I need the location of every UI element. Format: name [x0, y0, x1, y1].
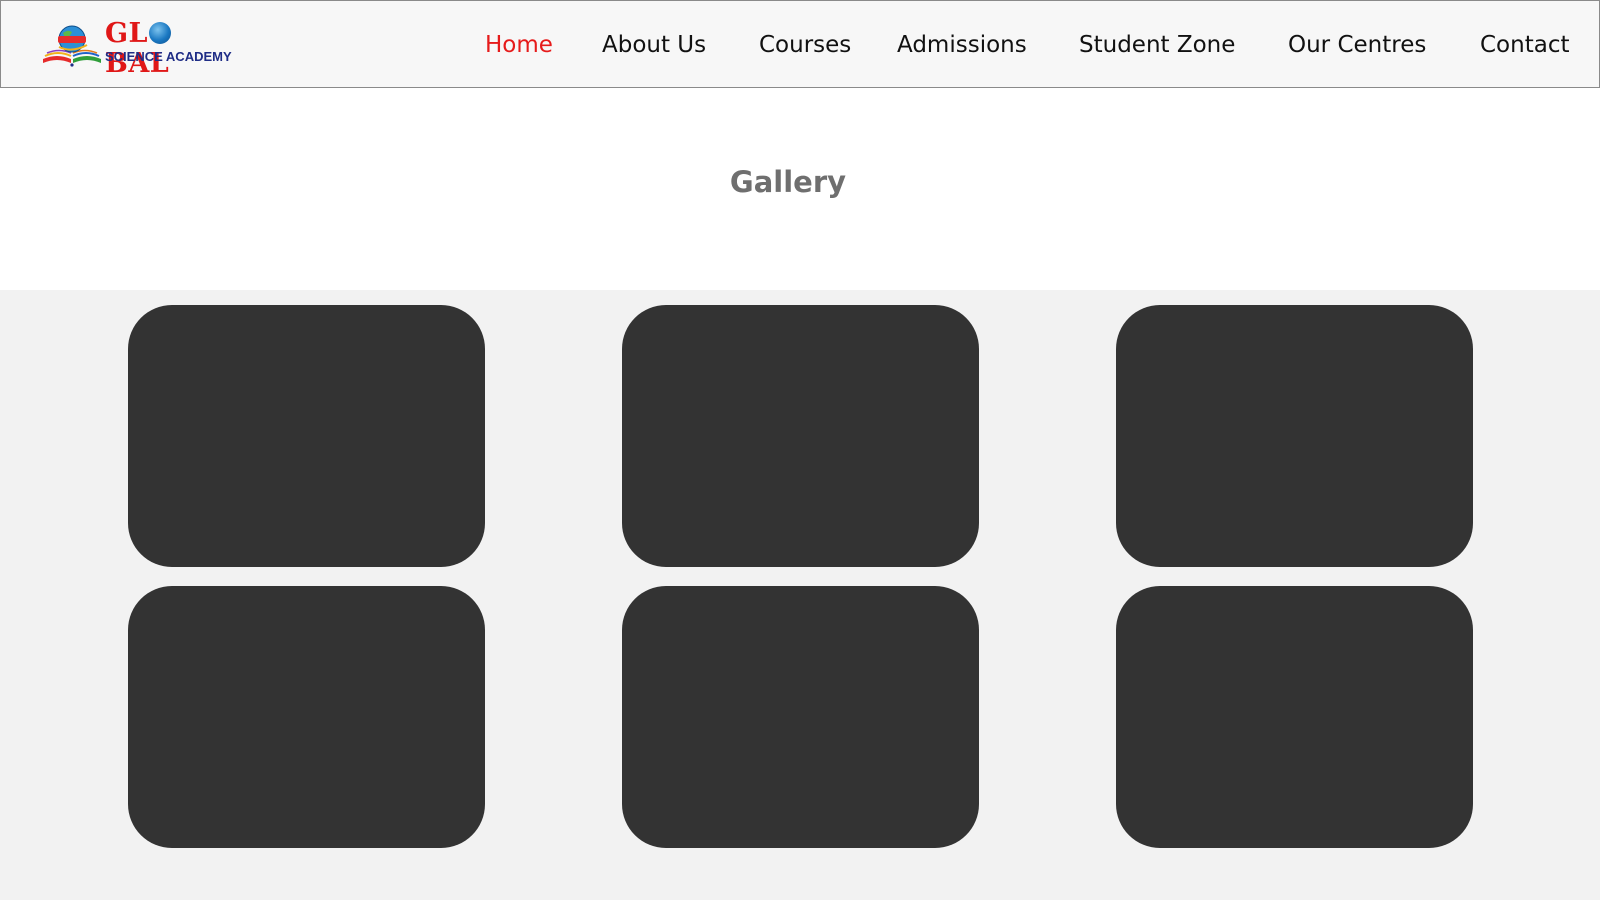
nav-item-admissions[interactable]: Admissions — [897, 29, 1027, 61]
nav-item-home[interactable]: Home — [485, 29, 553, 61]
gallery-image-2[interactable] — [622, 305, 979, 567]
nav-item-contact[interactable]: Contact — [1480, 29, 1569, 61]
page-title: Gallery — [729, 165, 847, 199]
gallery-image-3[interactable] — [1116, 305, 1473, 567]
nav-item-courses[interactable]: Courses — [759, 29, 851, 61]
gallery-image-4[interactable] — [128, 586, 485, 848]
nav-item-student-zone[interactable]: Student Zone — [1079, 29, 1235, 61]
gallery-grid — [0, 290, 1600, 900]
gallery-image-6[interactable] — [1116, 586, 1473, 848]
gallery-image-5[interactable] — [622, 586, 979, 848]
nav-item-our-centres[interactable]: Our Centres — [1288, 29, 1426, 61]
site-header: GLBAL SCIENCE ACADEMY Home About Us Cour… — [0, 0, 1600, 88]
gallery-image-1[interactable] — [128, 305, 485, 567]
nav-item-about-us[interactable]: About Us — [602, 29, 706, 61]
main-nav: Home About Us Courses Admissions Student… — [1, 1, 1600, 89]
